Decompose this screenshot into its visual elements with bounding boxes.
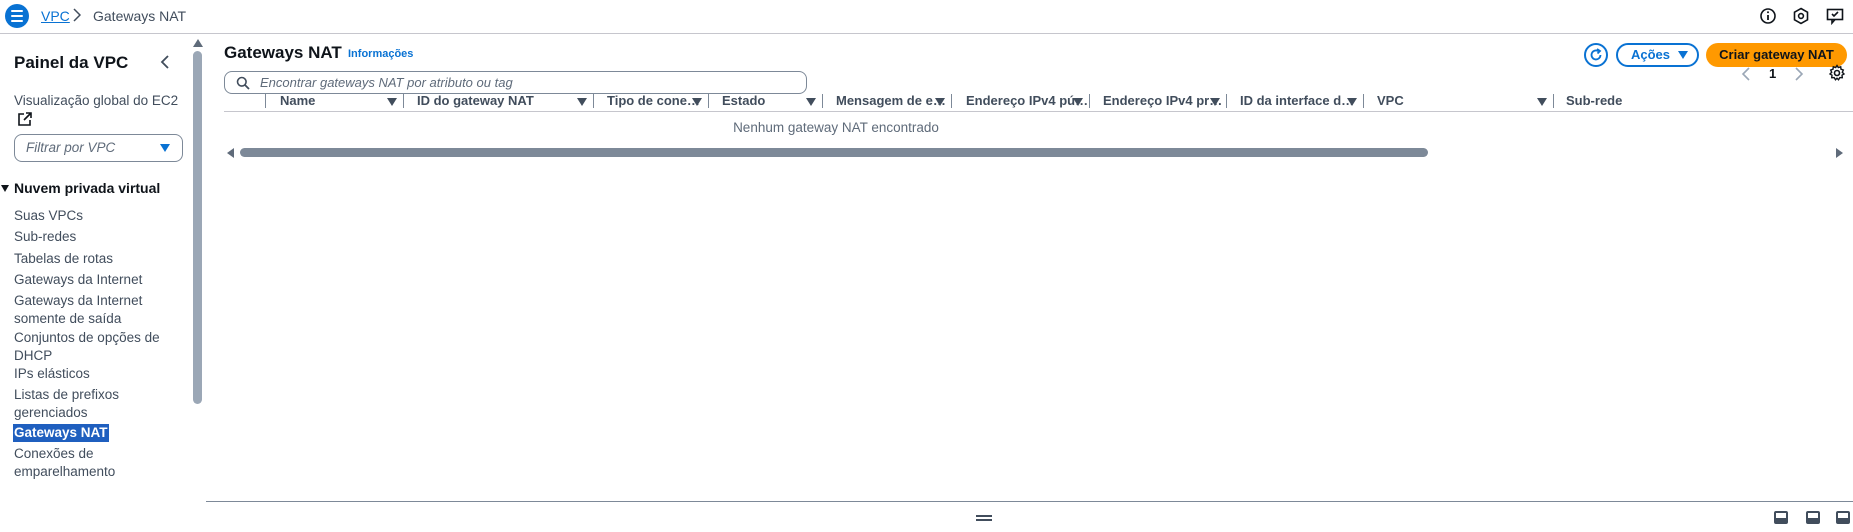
info-link[interactable]: Informações xyxy=(348,48,413,60)
column-divider[interactable] xyxy=(708,94,709,108)
pagination-previous-icon[interactable] xyxy=(1741,65,1751,83)
sidebar-navigation: Painel da VPC Visualização global do EC2… xyxy=(0,35,205,532)
main-content: Gateways NAT Informações Ações Criar gat… xyxy=(206,35,1853,501)
sidebar-item-subnets[interactable]: Sub-redes xyxy=(14,228,164,246)
sidebar-item-managed-prefix-lists[interactable]: Listas de prefixos gerenciados xyxy=(14,386,124,422)
scroll-left-icon[interactable] xyxy=(227,148,234,158)
column-header-connectivity-type[interactable]: Tipo de cone… xyxy=(607,93,700,108)
column-divider[interactable] xyxy=(1089,94,1090,108)
sidebar-item-dhcp-options[interactable]: Conjuntos de opções de DHCP xyxy=(14,329,164,365)
column-divider xyxy=(265,94,266,108)
info-icon[interactable] xyxy=(1759,7,1777,25)
column-header-subnet[interactable]: Sub-rede xyxy=(1566,93,1622,108)
column-header-private-ipv4[interactable]: Endereço IPv4 pr… xyxy=(1103,93,1222,108)
chevron-left-icon[interactable] xyxy=(158,52,172,72)
sort-icon[interactable] xyxy=(692,98,702,106)
sort-icon[interactable] xyxy=(387,98,397,106)
pagination-next-icon[interactable] xyxy=(1794,65,1804,83)
sort-icon[interactable] xyxy=(1347,98,1357,106)
sort-icon[interactable] xyxy=(1537,98,1547,106)
caret-down-icon xyxy=(1678,51,1688,59)
sidebar-item-nat-gateways[interactable]: Gateways NAT xyxy=(13,424,109,442)
sidebar-link-ec2-global-view[interactable]: Visualização global do EC2 xyxy=(14,92,178,109)
column-header-vpc[interactable]: VPC xyxy=(1377,93,1404,108)
split-panel-bottom-icon[interactable] xyxy=(1774,511,1788,524)
column-divider[interactable] xyxy=(1363,94,1364,108)
sidebar-item-peering-connections[interactable]: Conexões de emparelhamento xyxy=(14,445,124,481)
sidebar-title: Painel da VPC xyxy=(14,53,129,72)
sort-icon[interactable] xyxy=(806,98,816,106)
search-icon xyxy=(236,76,250,90)
split-panel-bar xyxy=(206,501,1853,532)
settings-icon[interactable] xyxy=(1828,64,1846,82)
scroll-up-icon[interactable] xyxy=(193,39,203,47)
empty-state-message: Nenhum gateway NAT encontrado xyxy=(733,120,939,135)
breadcrumb-vpc-link[interactable]: VPC xyxy=(41,8,70,24)
refresh-icon xyxy=(1590,48,1602,61)
table-header: Name ID do gateway NAT Tipo de cone… Est… xyxy=(224,90,1853,112)
column-divider[interactable] xyxy=(1553,94,1554,108)
sidebar-item-elastic-ips[interactable]: IPs elásticos xyxy=(14,365,164,383)
feedback-icon[interactable] xyxy=(1826,7,1844,25)
column-divider[interactable] xyxy=(593,94,594,108)
sidebar-section-vpc[interactable]: Nuvem privada virtual xyxy=(14,180,160,196)
sidebar-scrollbar-thumb[interactable] xyxy=(193,51,202,404)
breadcrumb-current: Gateways NAT xyxy=(93,8,187,24)
column-divider[interactable] xyxy=(403,94,404,108)
sidebar-item-egress-only-gateways[interactable]: Gateways da Internet somente de saída xyxy=(14,292,164,328)
notifications-icon[interactable] xyxy=(1792,7,1810,25)
menu-icon[interactable] xyxy=(5,4,29,28)
caret-down-icon xyxy=(160,144,170,152)
search-placeholder: Encontrar gateways NAT por atributo ou t… xyxy=(260,75,513,90)
resize-handle-icon[interactable] xyxy=(976,515,992,521)
scroll-right-icon[interactable] xyxy=(1836,148,1843,158)
horizontal-scrollbar-thumb[interactable] xyxy=(240,148,1428,157)
sidebar-item-route-tables[interactable]: Tabelas de rotas xyxy=(14,250,164,268)
sort-icon[interactable] xyxy=(1073,98,1083,106)
vpc-filter-placeholder: Filtrar por VPC xyxy=(26,140,116,155)
pagination-page-number[interactable]: 1 xyxy=(1769,66,1776,81)
column-header-state-message[interactable]: Mensagem de e… xyxy=(836,93,946,108)
column-header-public-ipv4[interactable]: Endereço IPv4 pú… xyxy=(966,93,1088,108)
caret-down-icon[interactable] xyxy=(1,185,9,192)
page-title: Gateways NAT xyxy=(224,43,342,62)
chevron-right-icon xyxy=(73,8,81,22)
external-link-icon[interactable] xyxy=(17,111,33,127)
split-panel-bottom-icon[interactable] xyxy=(1836,511,1850,524)
top-navigation-bar: VPC Gateways NAT xyxy=(0,0,1853,34)
actions-label: Ações xyxy=(1631,47,1671,62)
column-divider[interactable] xyxy=(822,94,823,108)
column-header-nat-gateway-id[interactable]: ID do gateway NAT xyxy=(417,93,534,108)
sort-icon[interactable] xyxy=(577,98,587,106)
actions-button[interactable]: Ações xyxy=(1616,43,1699,67)
column-divider[interactable] xyxy=(1226,94,1227,108)
sidebar-item-your-vpcs[interactable]: Suas VPCs xyxy=(14,207,164,225)
split-panel-bottom-icon[interactable] xyxy=(1806,511,1820,524)
create-nat-gateway-button[interactable]: Criar gateway NAT xyxy=(1706,43,1847,67)
vpc-filter-select[interactable]: Filtrar por VPC xyxy=(14,134,183,162)
sort-icon[interactable] xyxy=(935,98,945,106)
column-header-network-interface-id[interactable]: ID da interface d… xyxy=(1240,93,1354,108)
sort-icon[interactable] xyxy=(1210,98,1220,106)
refresh-button[interactable] xyxy=(1584,43,1608,67)
column-header-state[interactable]: Estado xyxy=(722,93,765,108)
column-header-name[interactable]: Name xyxy=(280,93,315,108)
column-divider[interactable] xyxy=(951,94,952,108)
sidebar-item-internet-gateways[interactable]: Gateways da Internet xyxy=(14,271,164,289)
